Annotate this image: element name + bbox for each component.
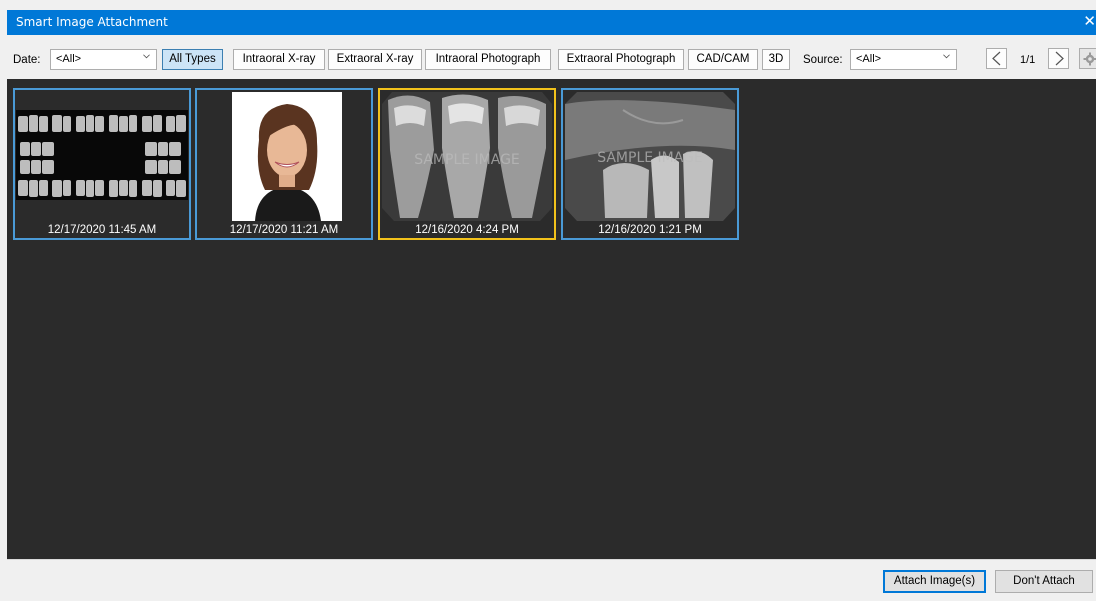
date-dropdown-value: <All> [56,53,82,65]
filter-all-types[interactable]: All Types [162,49,223,70]
filter-intraoral-photograph[interactable]: Intraoral Photograph [425,49,551,70]
image-thumbnail[interactable]: 12/17/2020 11:45 AM [13,88,191,240]
thumbnail-caption: 12/17/2020 11:21 AM [229,224,339,236]
watermark-text: SAMPLE IMAGE [414,152,520,168]
page-indicator: 1/1 [1020,54,1036,66]
source-label: Source: [803,54,843,66]
previous-page-button[interactable] [986,48,1007,69]
image-thumbnail-selected[interactable]: SAMPLE IMAGE 12/16/2020 4:24 PM [378,88,556,240]
chevron-left-icon [992,51,1001,66]
filter-extraoral-photograph[interactable]: Extraoral Photograph [558,49,684,70]
watermark-text: SAMPLE IMAGE [597,150,703,166]
smart-image-attachment-window: Smart Image Attachment ✕ Date: <All> All… [0,0,1096,601]
chevron-right-icon [1055,51,1064,66]
next-page-button[interactable] [1048,48,1069,69]
thumbnail-caption: 12/16/2020 1:21 PM [598,224,702,236]
filter-cad-cam[interactable]: CAD/CAM [688,49,758,70]
chevron-down-icon [143,54,150,59]
image-thumbnail[interactable]: SAMPLE IMAGE 12/16/2020 1:21 PM [561,88,739,240]
date-dropdown[interactable]: <All> [50,49,157,70]
source-dropdown-value: <All> [856,53,882,65]
thumbnail-image [15,90,189,223]
filter-intraoral-xray[interactable]: Intraoral X-ray [233,49,325,70]
thumbnail-caption: 12/17/2020 11:45 AM [47,224,157,236]
window-title: Smart Image Attachment [16,15,168,29]
footer-bar: Attach Image(s) Don't Attach [7,559,1096,601]
close-icon[interactable]: ✕ [1083,12,1096,30]
source-dropdown[interactable]: <All> [850,49,957,70]
thumbnail-image [197,90,371,223]
title-bar: Smart Image Attachment ✕ [7,10,1096,35]
filter-extraoral-xray[interactable]: Extraoral X-ray [328,49,422,70]
thumbnail-caption: 12/16/2020 4:24 PM [415,224,519,236]
thumbnail-image: SAMPLE IMAGE [563,90,737,223]
thumbnail-image: SAMPLE IMAGE [380,90,554,223]
date-label: Date: [13,54,41,66]
filter-3d[interactable]: 3D [762,49,790,70]
gear-icon [1083,52,1096,66]
chevron-down-icon [943,54,950,59]
image-thumbnail[interactable]: 12/17/2020 11:21 AM [195,88,373,240]
attach-images-button[interactable]: Attach Image(s) [883,570,986,593]
dont-attach-button[interactable]: Don't Attach [995,570,1093,593]
settings-button[interactable] [1079,48,1096,69]
filter-toolbar: Date: <All> All Types Intraoral X-ray Ex… [7,35,1096,79]
